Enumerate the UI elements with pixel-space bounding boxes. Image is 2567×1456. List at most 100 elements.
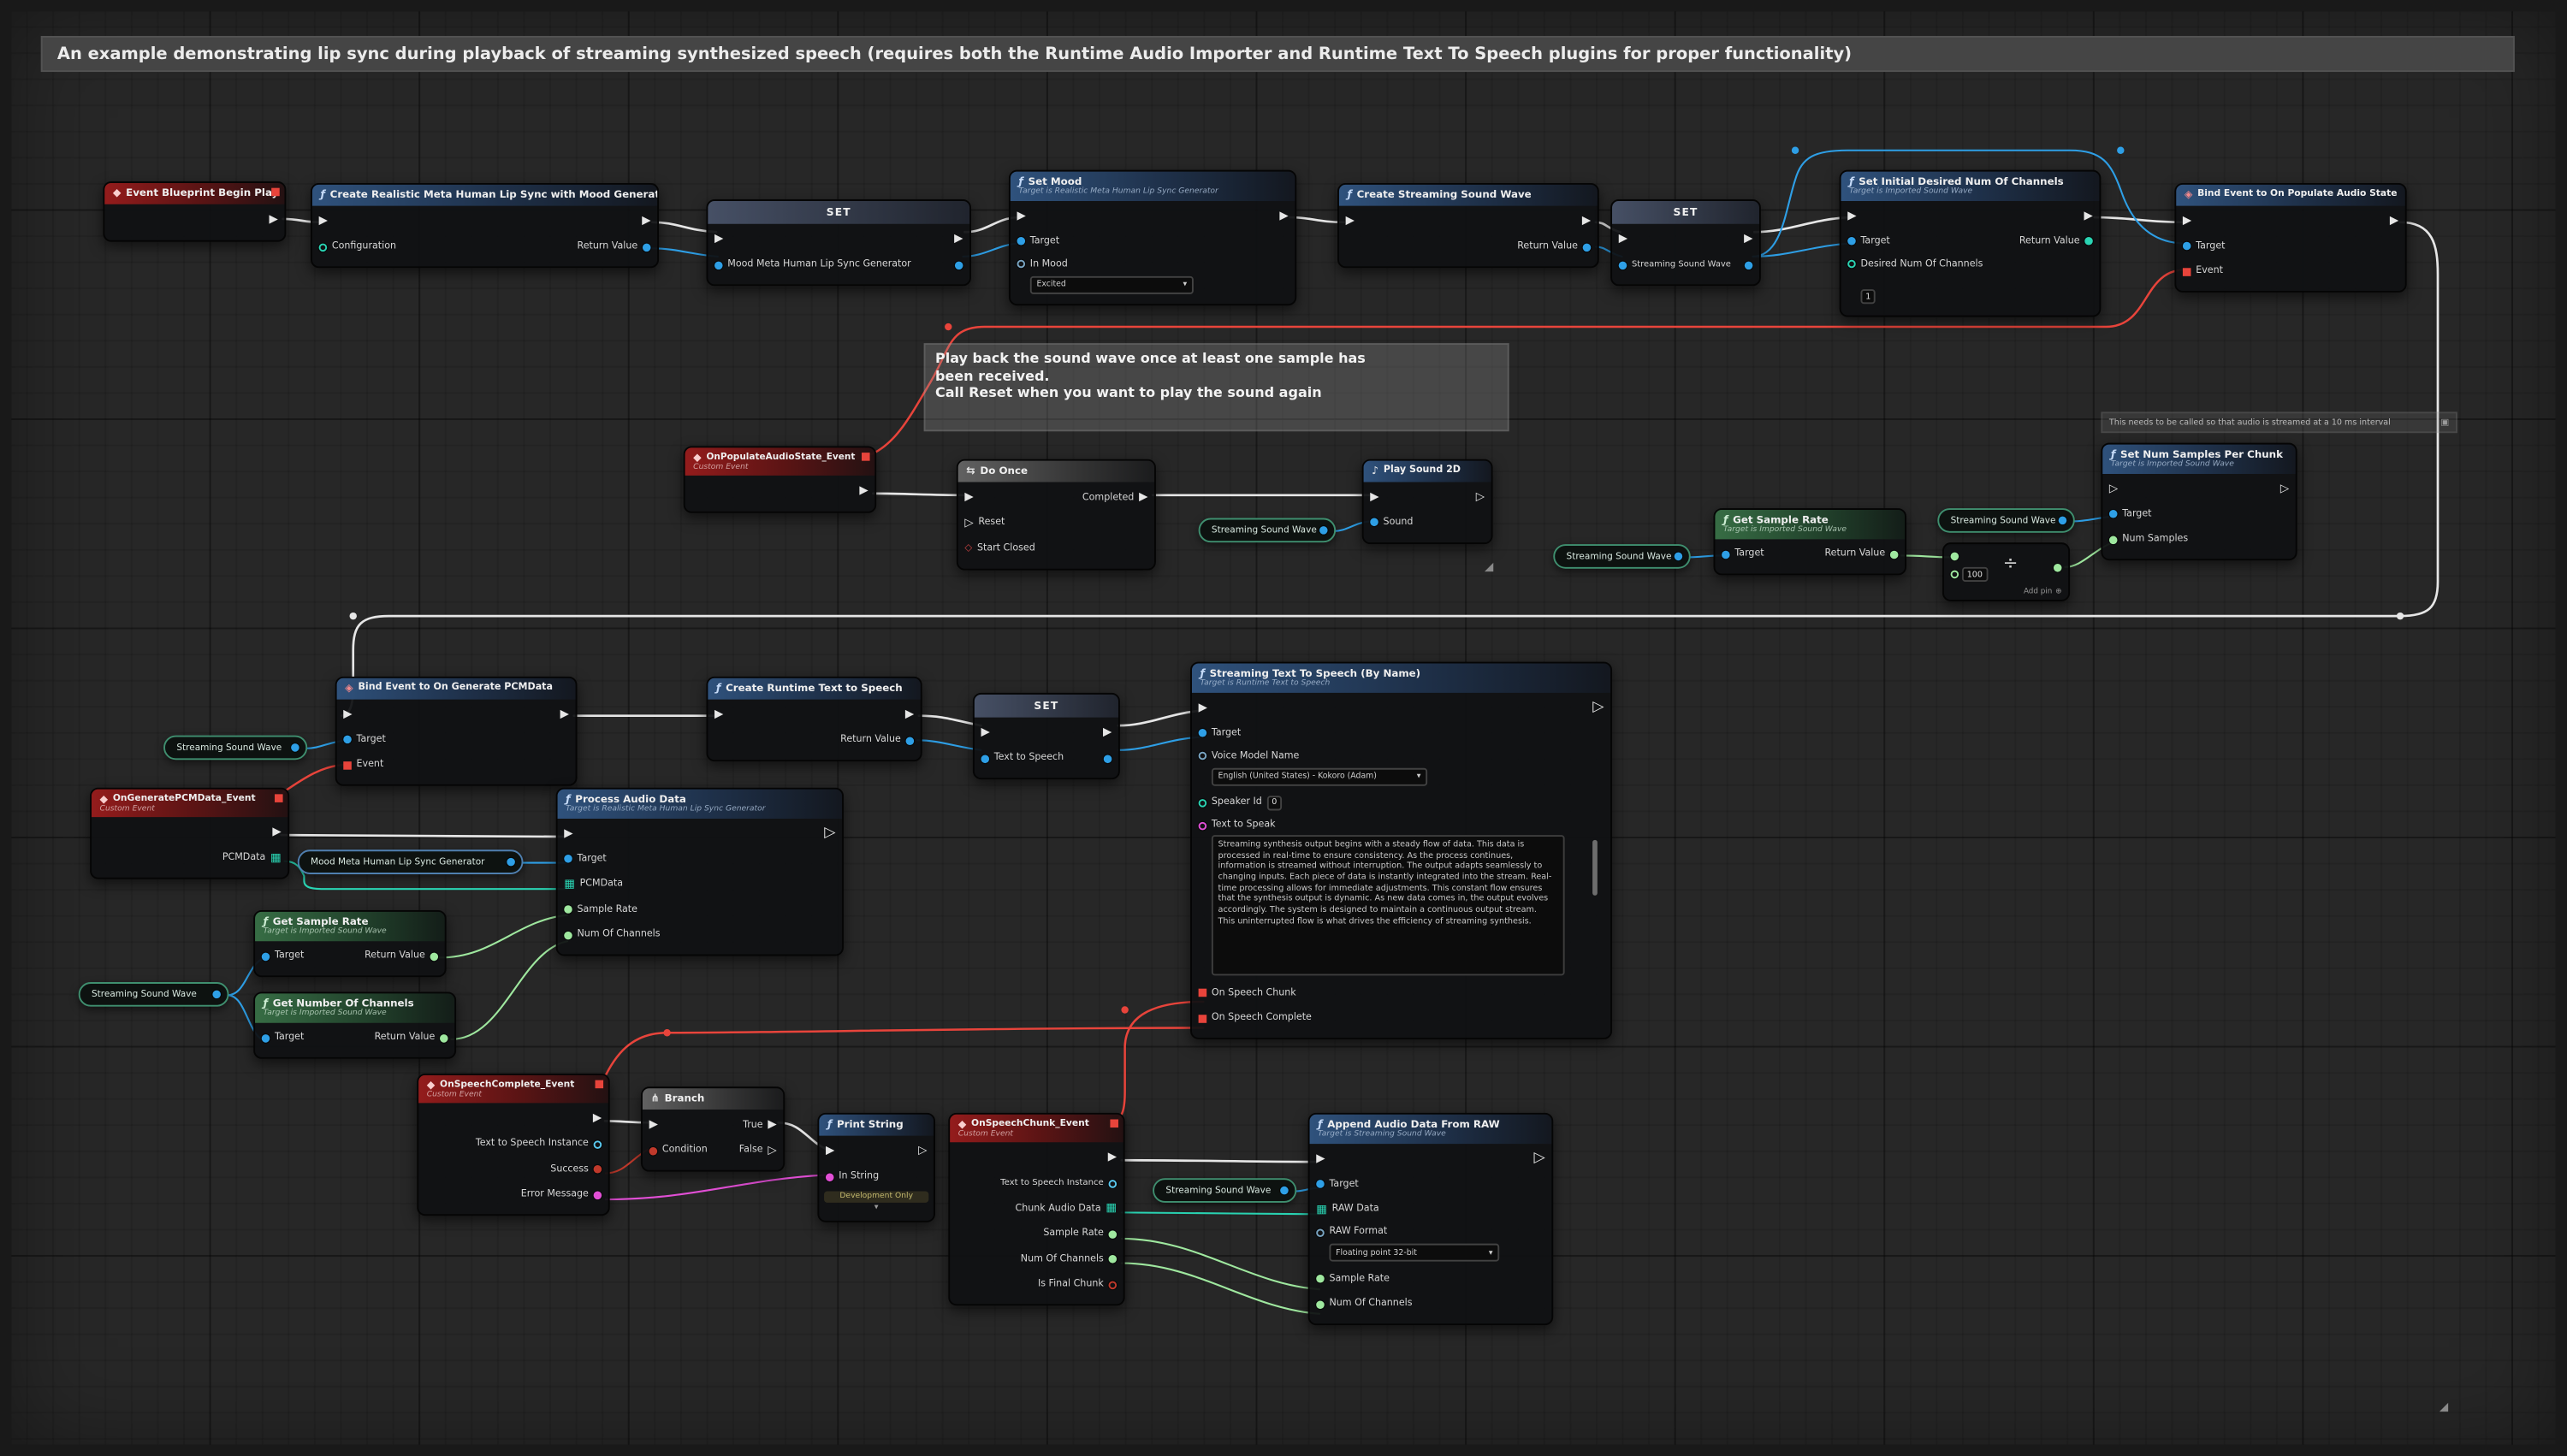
exec-in-pin[interactable]: ▶ — [1619, 234, 1627, 246]
return-value-pin[interactable]: Return Value — [1517, 242, 1591, 252]
node-set-initial-desired-num-channels[interactable]: ƒSet Initial Desired Num Of ChannelsTarg… — [1840, 170, 2102, 317]
return-value-pin[interactable]: Return Value — [2019, 237, 2093, 246]
divide-b-input[interactable]: 100 — [1962, 567, 1988, 582]
delegate-pin[interactable] — [275, 794, 283, 802]
target-pin[interactable]: Target — [1316, 1180, 1359, 1189]
node-append-audio-data-from-raw[interactable]: ƒAppend Audio Data From RAWTarget is Str… — [1308, 1113, 1554, 1325]
on-speech-chunk-delegate-pin[interactable]: On Speech Chunk — [1199, 988, 1296, 997]
variable-get-streaming-sound-wave-4[interactable]: Streaming Sound Wave — [163, 736, 307, 761]
node-set-mood[interactable]: ƒSet MoodTarget is Realistic Meta Human … — [1009, 170, 1296, 305]
node-branch[interactable]: ⋔Branch ▶▶True Condition▷False — [641, 1086, 785, 1171]
node-on-populate-audio-state-event[interactable]: ◆OnPopulateAudioState_EventCustom Event … — [684, 446, 876, 512]
exec-in-pin[interactable]: ▶ — [1017, 210, 1026, 222]
target-pin[interactable]: Target — [1847, 237, 1890, 246]
num-channels-pin[interactable]: Num Of Channels — [564, 930, 660, 939]
exec-in-pin[interactable]: ▶ — [1346, 216, 1355, 228]
exec-in-pin[interactable]: ▶ — [1847, 210, 1856, 222]
exec-out-pin[interactable]: ▶ — [593, 1113, 602, 1124]
in-string-pin[interactable]: In String — [826, 1172, 879, 1181]
desired-num-channels-pin[interactable]: Desired Num Of Channels — [1847, 259, 1983, 269]
delegate-pin[interactable] — [596, 1080, 604, 1089]
pcmdata-pin[interactable]: ▦PCMData — [564, 879, 623, 890]
sound-pin[interactable]: Sound — [1370, 518, 1413, 527]
object-pin-icon[interactable] — [291, 743, 299, 752]
sample-rate-pin[interactable]: Sample Rate — [1043, 1229, 1117, 1239]
object-pin-icon[interactable] — [1280, 1187, 1289, 1195]
var-out-pin[interactable] — [1104, 755, 1112, 763]
exec-in-pin[interactable]: ▶ — [1199, 702, 1207, 713]
target-pin[interactable]: Target — [564, 855, 607, 864]
delegate-pin[interactable] — [271, 188, 280, 197]
node-on-speech-chunk-event[interactable]: ◆OnSpeechChunk_EventCustom Event ▶ Text … — [948, 1113, 1124, 1305]
exec-in-pin[interactable]: ▶ — [714, 710, 723, 721]
raw-data-pin[interactable]: ▦RAW Data — [1316, 1204, 1379, 1215]
comment-resize-icon[interactable]: ◢ — [1485, 562, 1493, 573]
node-bind-on-populate-audio-state[interactable]: ◈Bind Event to On Populate Audio State ▶… — [2174, 183, 2406, 293]
exec-in-pin[interactable]: ▶ — [2183, 216, 2191, 227]
node-set-num-samples-per-chunk[interactable]: ƒSet Num Samples Per ChunkTarget is Impo… — [2101, 443, 2297, 561]
text-to-speak-input[interactable]: Streaming synthesis output begins with a… — [1212, 835, 1565, 975]
variable-get-streaming-sound-wave-1[interactable]: Streaming Sound Wave — [1199, 518, 1337, 543]
var-out-pin[interactable] — [955, 261, 963, 269]
exec-out-pin[interactable]: ▶ — [642, 216, 650, 228]
exec-out-pin[interactable]: ▶ — [272, 827, 281, 838]
is-final-chunk-pin[interactable]: Is Final Chunk — [1038, 1280, 1117, 1289]
divide-input-b-pin[interactable] — [1951, 571, 1959, 579]
node-set-mood-generator-var[interactable]: SET ▶▶ Mood Meta Human Lip Sync Generato… — [706, 199, 971, 286]
exec-in-pin[interactable]: ▶ — [714, 234, 723, 246]
voice-model-name-pin[interactable]: Voice Model Name — [1199, 751, 1300, 761]
var-in-pin[interactable]: Mood Meta Human Lip Sync Generator — [714, 260, 911, 269]
exec-in-pin[interactable]: ▶ — [981, 728, 989, 739]
node-on-speech-complete-event[interactable]: ◆OnSpeechComplete_EventCustom Event ▶ Te… — [417, 1074, 609, 1216]
false-exec-pin[interactable]: ▷False — [739, 1145, 777, 1157]
object-pin-icon[interactable] — [507, 858, 515, 867]
sample-rate-pin[interactable]: Sample Rate — [1316, 1274, 1390, 1283]
var-out-pin[interactable] — [1745, 261, 1753, 269]
exec-out-pin[interactable]: ▷ — [2280, 483, 2289, 494]
var-in-pin[interactable]: Streaming Sound Wave — [1619, 260, 1731, 269]
node-print-string[interactable]: ƒPrint String ▶▷ In String Development O… — [817, 1113, 935, 1222]
var-in-pin[interactable]: Text to Speech — [981, 754, 1064, 763]
return-value-pin[interactable]: Return Value — [1824, 549, 1898, 559]
exec-in-pin[interactable]: ▶ — [964, 492, 973, 503]
divide-input-a-pin[interactable] — [1951, 553, 1959, 561]
raw-format-pin[interactable]: RAW Format — [1316, 1228, 1387, 1237]
tts-instance-pin[interactable]: Text to Speech Instance — [1000, 1179, 1117, 1188]
exec-out-pin[interactable]: ▷ — [1533, 1151, 1544, 1166]
success-pin[interactable]: Success — [550, 1164, 602, 1174]
exec-out-pin[interactable]: ▷ — [1592, 701, 1604, 715]
node-create-runtime-tts[interactable]: ƒCreate Runtime Text to Speech ▶▶ Return… — [706, 677, 922, 761]
variable-get-mood-generator[interactable]: Mood Meta Human Lip Sync Generator — [298, 849, 524, 874]
completed-exec-pin[interactable]: ▶Completed — [1082, 492, 1147, 503]
target-pin[interactable]: Target — [2109, 510, 2152, 519]
num-channels-pin[interactable]: Num Of Channels — [1021, 1255, 1117, 1264]
event-delegate-pin[interactable]: Event — [343, 761, 383, 770]
variable-get-streaming-sound-wave-6[interactable]: Streaming Sound Wave — [1153, 1178, 1296, 1203]
target-pin[interactable]: Target — [1722, 549, 1764, 559]
target-pin[interactable]: Target — [262, 1033, 305, 1043]
node-get-sample-rate-1[interactable]: ƒGet Sample RateTarget is Imported Sound… — [1714, 508, 1906, 575]
exec-in-pin[interactable]: ▶ — [1370, 491, 1378, 502]
node-set-streaming-sound-wave-var[interactable]: SET ▶▶ Streaming Sound Wave — [1610, 199, 1761, 286]
node-play-sound-2d[interactable]: ♪Play Sound 2D ▶▷ Sound — [1362, 459, 1493, 543]
target-pin[interactable]: Target — [1199, 728, 1242, 737]
delegate-pin[interactable] — [1110, 1119, 1118, 1128]
num-samples-pin[interactable]: Num Samples — [2109, 535, 2188, 544]
variable-get-streaming-sound-wave-3[interactable]: Streaming Sound Wave — [1937, 508, 2075, 533]
object-pin-icon[interactable] — [2059, 517, 2067, 525]
delegate-pin[interactable] — [862, 453, 870, 461]
node-bind-on-generate-pcmdata[interactable]: ◈Bind Event to On Generate PCMData ▶▶ Ta… — [335, 677, 578, 786]
node-divide[interactable]: 100 ÷ Add pin⊕ — [1942, 542, 2070, 601]
return-value-pin[interactable]: Return Value — [578, 242, 651, 252]
exec-out-pin[interactable]: ▶ — [2084, 210, 2093, 222]
object-pin-icon[interactable] — [1675, 553, 1683, 561]
mood-dropdown[interactable]: Excited▾ — [1030, 275, 1194, 293]
exec-in-pin[interactable]: ▶ — [343, 709, 352, 720]
exec-in-pin[interactable]: ▶ — [826, 1146, 834, 1157]
num-channels-pin[interactable]: Num Of Channels — [1316, 1299, 1412, 1309]
object-pin-icon[interactable] — [1319, 526, 1328, 535]
expand-advanced-chevron-icon[interactable]: ▾ — [819, 1204, 934, 1214]
exec-out-pin[interactable]: ▶ — [954, 234, 963, 246]
object-pin-icon[interactable] — [212, 991, 221, 999]
node-create-streaming-sound-wave[interactable]: ƒCreate Streaming Sound Wave ▶▶ Return V… — [1337, 183, 1599, 268]
